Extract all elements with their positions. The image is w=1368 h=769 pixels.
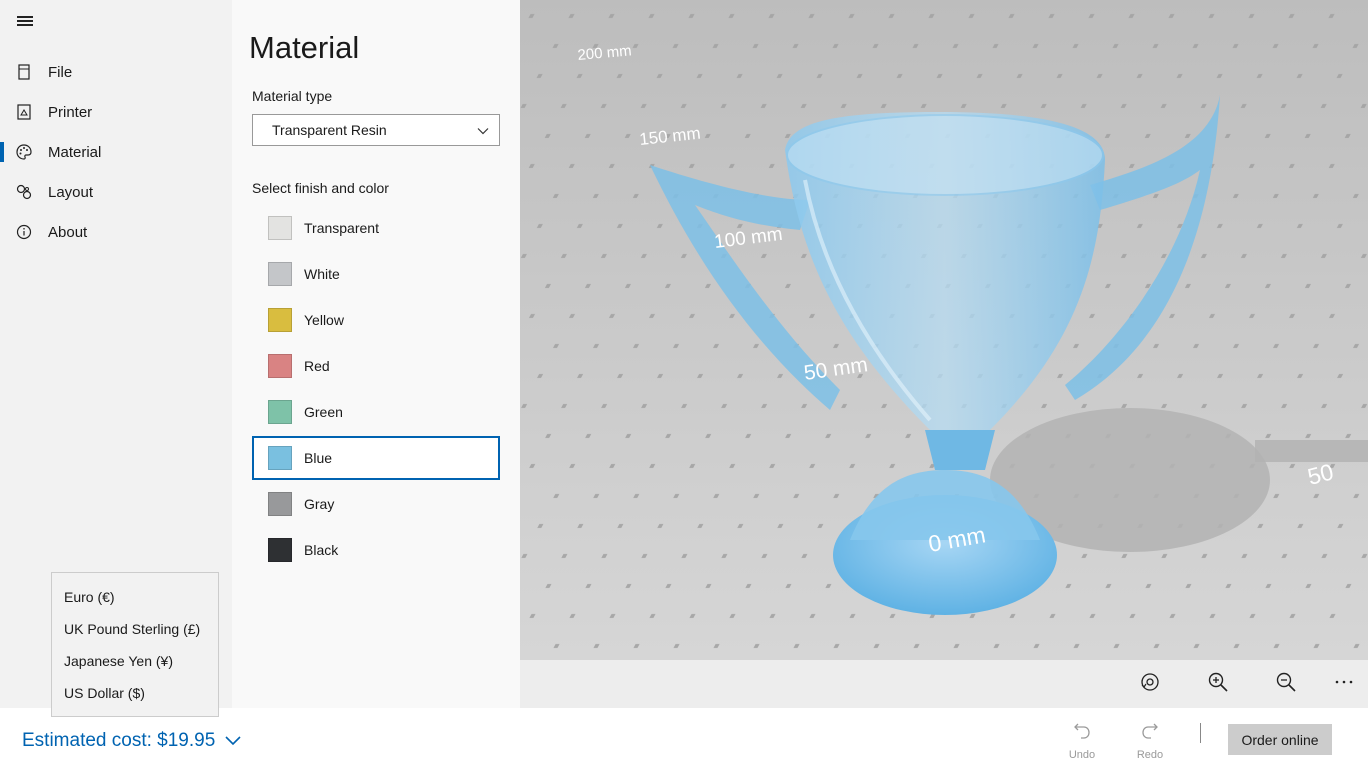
color-option-label: Yellow	[304, 312, 344, 328]
zoom-in-button[interactable]	[1202, 668, 1234, 700]
color-option-blue[interactable]: Blue	[252, 436, 500, 480]
order-online-button[interactable]: Order online	[1228, 724, 1332, 755]
redo-label: Redo	[1136, 749, 1164, 761]
currency-option-jpy[interactable]: Japanese Yen (¥)	[52, 645, 218, 677]
info-icon	[0, 224, 48, 240]
color-option-label: Gray	[304, 496, 335, 512]
material-type-label: Material type	[252, 88, 333, 104]
nav-item-label: File	[48, 63, 73, 81]
color-option-white[interactable]: White	[252, 252, 500, 296]
palette-icon	[0, 144, 48, 160]
printer-icon	[0, 104, 48, 120]
undo-label: Undo	[1068, 749, 1096, 761]
color-swatch	[268, 492, 292, 516]
nav-item-file[interactable]: File	[0, 52, 232, 92]
currency-option-usd[interactable]: US Dollar ($)	[52, 677, 218, 709]
estimated-cost-text: Estimated cost: $19.95	[22, 730, 216, 751]
camera-reset-icon	[1139, 671, 1161, 698]
nav-item-layout[interactable]: Layout	[0, 172, 232, 212]
nav-item-material[interactable]: Material	[0, 132, 232, 172]
reset-view-button[interactable]	[1134, 668, 1166, 700]
nav-item-label: Layout	[48, 183, 94, 201]
build-plate-scene: 200 mm 150 mm 100 mm 50 mm 0 mm 50	[520, 0, 1368, 660]
layout-icon	[0, 184, 48, 200]
color-option-black[interactable]: Black	[252, 528, 500, 572]
color-swatch	[268, 354, 292, 378]
color-option-label: White	[304, 266, 340, 282]
zoom-in-icon	[1207, 671, 1229, 698]
page-title: Material	[249, 30, 360, 65]
color-option-label: Blue	[304, 450, 333, 466]
viewport-toolbar	[520, 660, 1368, 708]
nav-item-label: About	[48, 223, 88, 241]
nav-item-label: Material	[48, 143, 102, 161]
finish-color-label: Select finish and color	[252, 180, 389, 196]
color-option-transparent[interactable]: Transparent	[252, 206, 500, 250]
color-option-green[interactable]: Green	[252, 390, 500, 434]
color-option-label: Red	[304, 358, 330, 374]
chevron-down-icon	[225, 730, 241, 752]
3d-viewport[interactable]: 200 mm 150 mm 100 mm 50 mm 0 mm 50	[520, 0, 1368, 660]
color-swatch	[268, 308, 292, 332]
zoom-out-icon	[1275, 671, 1297, 698]
zoom-out-button[interactable]	[1270, 668, 1302, 700]
color-swatch	[268, 216, 292, 240]
color-option-red[interactable]: Red	[252, 344, 500, 388]
nav-item-about[interactable]: About	[0, 212, 232, 252]
ellipsis-icon	[1333, 671, 1355, 698]
nav-item-printer[interactable]: Printer	[0, 92, 232, 132]
currency-option-gbp[interactable]: UK Pound Sterling (£)	[52, 613, 218, 645]
estimated-cost-dropdown[interactable]: Estimated cost: $19.95	[22, 730, 241, 752]
file-icon	[0, 64, 48, 80]
color-swatch	[268, 446, 292, 470]
color-option-yellow[interactable]: Yellow	[252, 298, 500, 342]
color-option-label: Black	[304, 542, 339, 558]
material-type-dropdown[interactable]: Transparent Resin	[252, 114, 500, 146]
toolbar-divider	[1200, 723, 1201, 743]
currency-menu: Euro (€) UK Pound Sterling (£) Japanese …	[51, 572, 219, 717]
color-swatch	[268, 400, 292, 424]
material-type-value: Transparent Resin	[272, 122, 387, 138]
more-options-button[interactable]	[1328, 668, 1360, 700]
hamburger-menu-icon[interactable]	[14, 12, 36, 34]
undo-button[interactable]: Undo	[1057, 720, 1107, 764]
undo-icon	[1072, 720, 1092, 745]
redo-button[interactable]: Redo	[1125, 720, 1175, 764]
color-option-label: Transparent	[304, 220, 379, 236]
nav-item-label: Printer	[48, 103, 93, 121]
color-option-gray[interactable]: Gray	[252, 482, 500, 526]
color-swatch	[268, 262, 292, 286]
currency-option-euro[interactable]: Euro (€)	[52, 581, 218, 613]
chevron-down-icon	[477, 124, 489, 140]
redo-icon	[1140, 720, 1160, 745]
material-panel: Material Material type Transparent Resin…	[232, 0, 520, 708]
color-option-label: Green	[304, 404, 343, 420]
color-swatch	[268, 538, 292, 562]
bottom-bar: Estimated cost: $19.95 Undo Redo Order o…	[0, 708, 1368, 769]
